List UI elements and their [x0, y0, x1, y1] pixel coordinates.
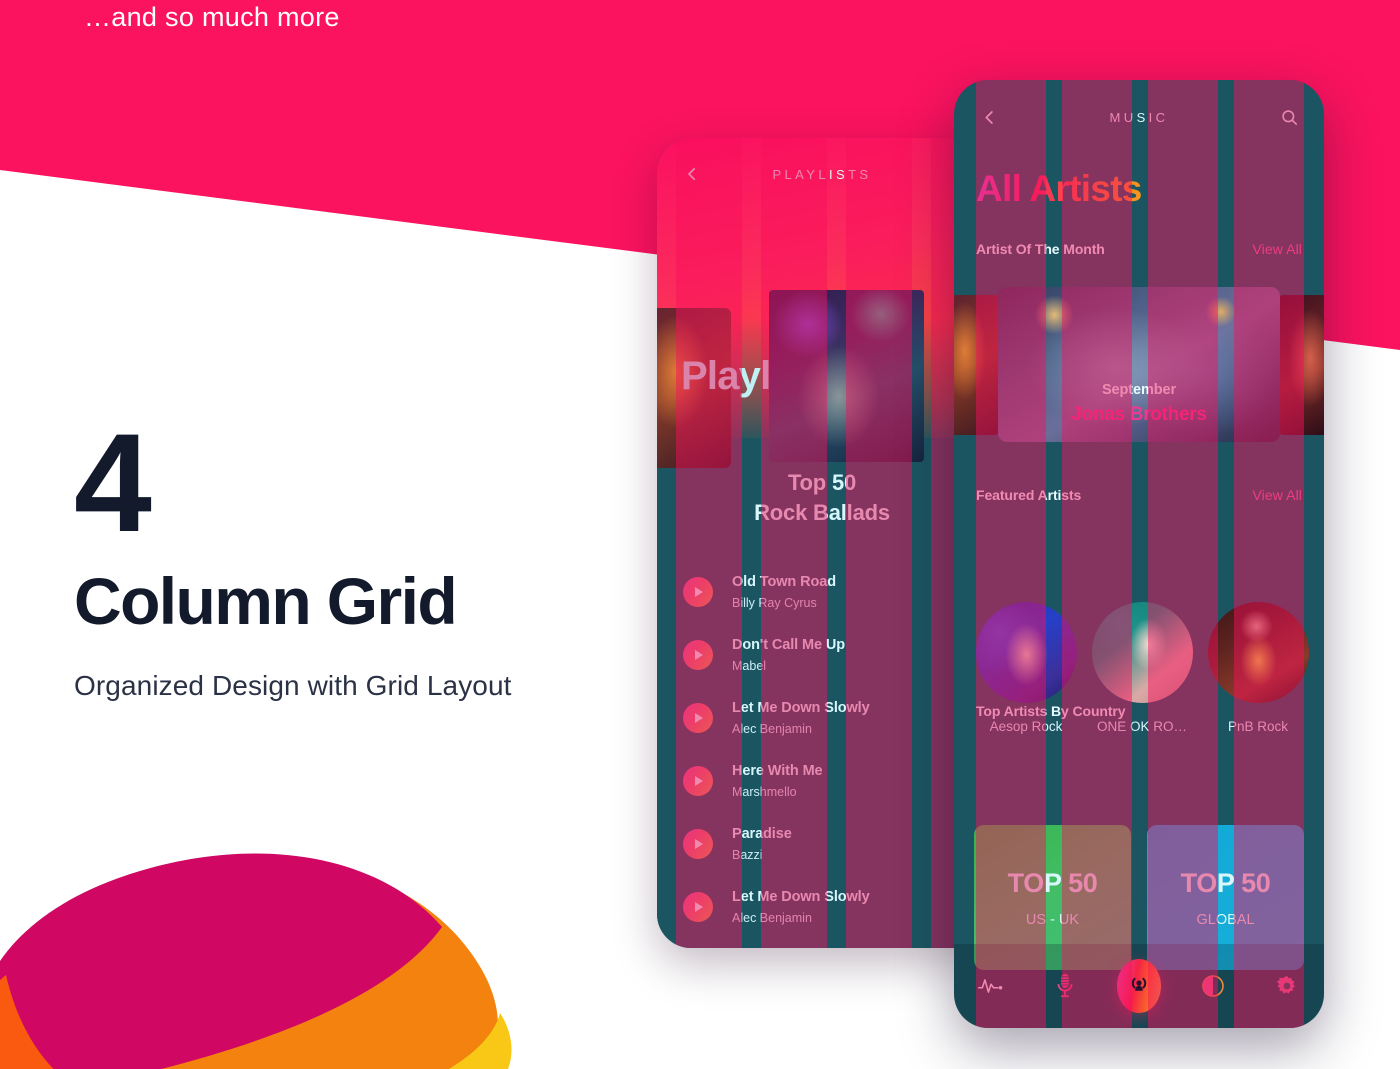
top-card-title: TOP 50 — [1007, 867, 1098, 898]
waveform-icon[interactable] — [969, 964, 1013, 1008]
tagline-text: …and so much more — [84, 2, 340, 32]
headline-block: 4 Column Grid Organized Design with Grid… — [74, 404, 512, 702]
radio-broadcast-icon[interactable] — [1117, 959, 1161, 1013]
music-topbar-title: MUSIC — [1109, 109, 1169, 125]
artist-peek-left[interactable] — [954, 295, 1002, 435]
music-phone-mockup: MUSIC All Artists Artist Of The Month Vi… — [954, 80, 1324, 1028]
featured-artist-name: Aesop Rock — [989, 719, 1063, 734]
avatar[interactable] — [975, 602, 1077, 703]
section-label: Artist Of The Month — [976, 241, 1105, 257]
back-icon[interactable] — [679, 161, 705, 187]
top-card-title: TOP 50 — [1180, 867, 1271, 898]
artist-of-the-month-card[interactable]: September Jonas Brothers — [998, 287, 1280, 442]
track-row[interactable]: Let Me Down Slowly Alec Benjamin — [683, 686, 969, 749]
play-icon[interactable] — [683, 702, 713, 733]
track-artist: Alec Benjamin — [732, 910, 812, 925]
search-icon[interactable] — [1276, 104, 1302, 130]
artist-card-caption: September Jonas Brothers — [998, 382, 1280, 426]
contrast-circle-icon[interactable] — [1191, 964, 1235, 1008]
music-topbar: MUSIC — [954, 80, 1324, 154]
artist-card-month: September — [1101, 382, 1177, 398]
track-row[interactable]: Let Me Down Slowly Alec Benjamin — [683, 875, 969, 938]
playlists-topbar: PLAYLISTS — [657, 138, 987, 210]
top-card-region: US - UK — [1025, 911, 1080, 928]
artist-card-name: Jonas Brothers — [1071, 404, 1207, 425]
gear-icon[interactable] — [1265, 964, 1309, 1008]
track-title: Paradise — [732, 825, 792, 842]
music-page-title: All Artists — [976, 168, 1142, 209]
play-icon[interactable] — [683, 576, 713, 607]
track-row[interactable]: Paradise Bazzi — [683, 812, 969, 875]
track-title: Don't Call Me Up — [732, 636, 846, 653]
top-card-region: GLOBAL — [1196, 911, 1255, 928]
section-header-top-artists-by-country: Top Artists By Country — [976, 703, 1302, 719]
section-header-featured-artists: Featured Artists View All — [976, 487, 1302, 503]
track-row[interactable]: Don't Call Me Up Mabel — [683, 623, 969, 686]
music-screen: MUSIC All Artists Artist Of The Month Vi… — [954, 80, 1324, 1028]
playlists-topbar-title: PLAYLISTS — [772, 166, 872, 182]
track-artist: Alec Benjamin — [732, 721, 812, 736]
bottom-navigation-bar — [954, 944, 1324, 1028]
microphone-icon[interactable] — [1043, 964, 1087, 1008]
track-artist: Bazzi — [732, 847, 763, 862]
track-title: Here With Me — [732, 762, 823, 779]
avatar[interactable] — [1207, 602, 1309, 703]
featured-artist-name: ONE OK RO… — [1096, 719, 1187, 734]
headline-subtitle: Organized Design with Grid Layout — [74, 670, 512, 701]
track-artist: Marshmello — [732, 784, 797, 799]
play-icon[interactable] — [683, 765, 713, 796]
track-artist: Mabel — [732, 658, 767, 673]
playlists-screen: PLAYLISTS Playlists Top 50 Rock Ballads … — [657, 138, 987, 948]
track-title: Let Me Down Slowly — [732, 699, 870, 716]
view-all-link[interactable]: View All — [1252, 487, 1302, 503]
section-header-artist-of-month: Artist Of The Month View All — [976, 241, 1302, 257]
playlist-cover-image[interactable] — [769, 290, 924, 462]
back-icon[interactable] — [976, 104, 1002, 130]
section-label: Featured Artists — [976, 487, 1082, 503]
track-title: Let Me Down Slowly — [732, 888, 870, 905]
track-list: Old Town Road Billy Ray Cyrus Don't Call… — [683, 560, 969, 938]
track-title: Old Town Road — [732, 573, 836, 590]
cover-heading-line1: Top 50 — [787, 470, 857, 495]
play-icon[interactable] — [683, 828, 713, 859]
avatar[interactable] — [1091, 602, 1193, 703]
playlists-phone-mockup: PLAYLISTS Playlists Top 50 Rock Ballads … — [657, 138, 987, 948]
headline-title: Column Grid — [74, 564, 458, 638]
slide-canvas: …and so much more 4 Column Grid Organize… — [0, 0, 1400, 1069]
view-all-link[interactable]: View All — [1252, 241, 1302, 257]
cover-heading-line2: Rock Ballads — [754, 500, 890, 526]
play-icon[interactable] — [683, 639, 713, 670]
play-icon[interactable] — [683, 891, 713, 922]
decorative-blob-group — [0, 853, 512, 1069]
playlist-cover-heading: Top 50 Rock Ballads — [657, 468, 987, 529]
track-row[interactable]: Here With Me Marshmello — [683, 749, 969, 812]
featured-artist-name: PnB Rock — [1227, 719, 1289, 734]
artist-peek-right[interactable] — [1276, 295, 1324, 435]
track-artist: Billy Ray Cyrus — [732, 595, 817, 610]
big-number: 4 — [74, 404, 152, 561]
track-row[interactable]: Old Town Road Billy Ray Cyrus — [683, 560, 969, 623]
section-label: Top Artists By Country — [976, 703, 1126, 719]
